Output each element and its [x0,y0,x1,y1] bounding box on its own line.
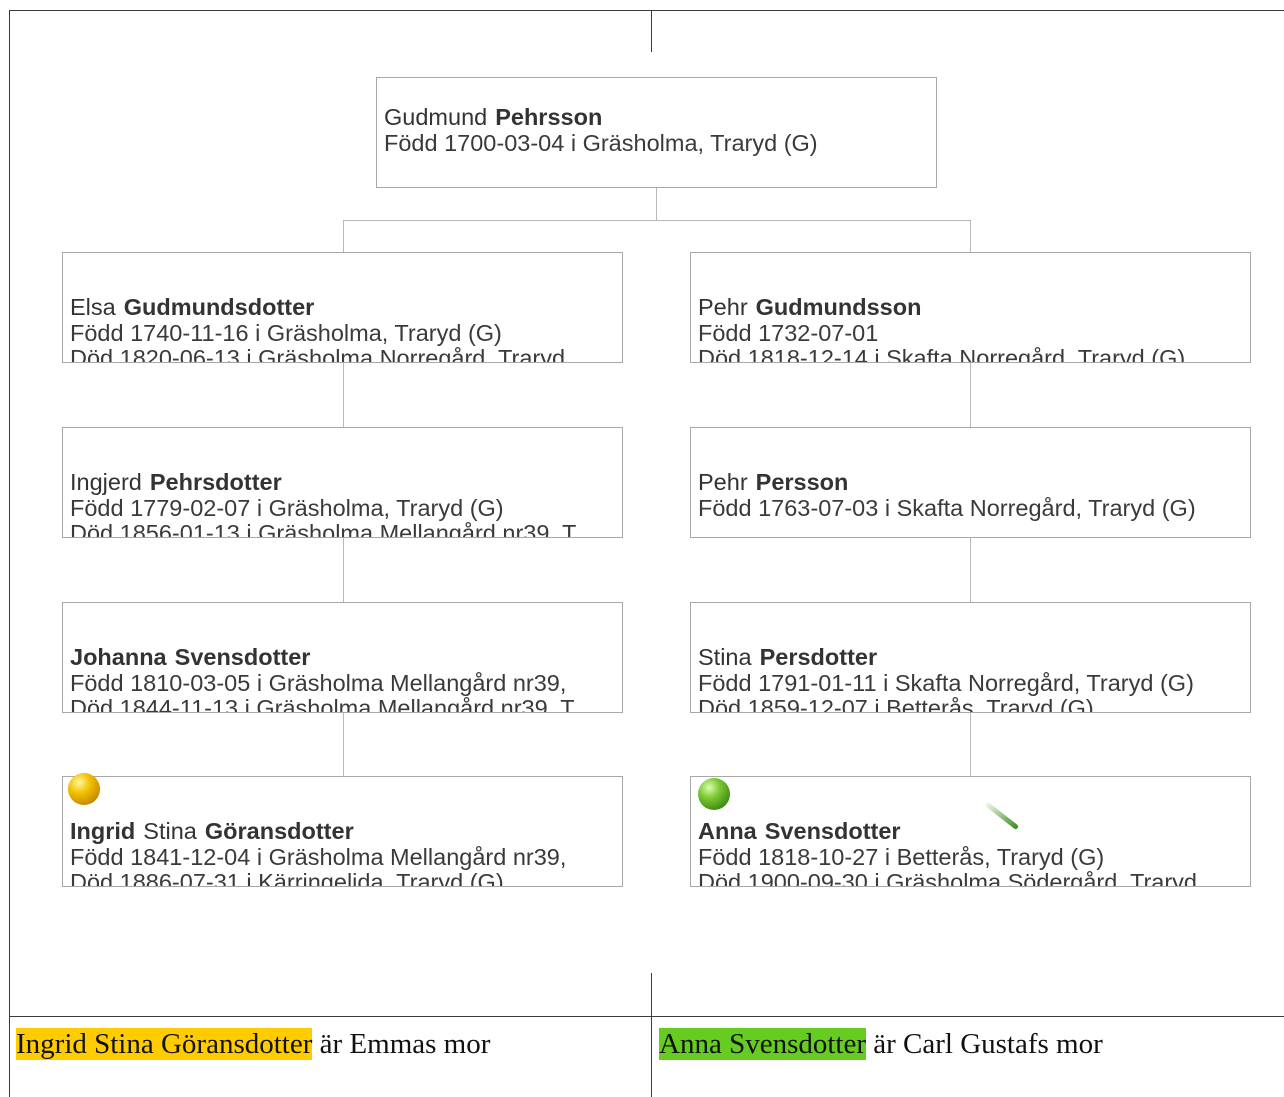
connector-left-3 [343,713,344,776]
birth-line: Född 1818-10-27 i Betterås, Traryd (G) [698,843,1105,870]
death-line: Död 1820-06-13 i Gräsholma Norregård, Tr… [70,345,566,363]
caption-left-highlight: Ingrid Stina Göransdotter [16,1028,313,1060]
birth-line: Född 1810-03-05 i Gräsholma Mellangård n… [70,669,567,696]
birth-line: Född 1732-07-01 [698,319,879,346]
connector-horizontal [343,220,971,221]
caption-left: Ingrid Stina Göransdotter är Emmas mor [16,1026,490,1062]
birth-line: Född 1791-01-11 i Skafta Norregård, Trar… [698,669,1194,696]
person-name: Ingrid Stina Göransdotter [70,818,354,844]
person-box-left-2: Ingjerd Pehrsdotter Född 1779-02-07 i Grä… [62,427,623,538]
person-box-left-4: Ingrid Stina Göransdotter Född 1841-12-04 … [62,776,623,887]
person-box-right-4: Anna Svensdotter Född 1818-10-27 i Better… [690,776,1251,887]
person-name: Anna Svensdotter [698,818,901,844]
person-name: Stina Persdotter [698,644,878,670]
death-line: Död 1818-12-14 i Skafta Norregård, Trary… [698,345,1186,363]
green-ball-icon [698,778,730,810]
caption-right: Anna Svensdotter är Carl Gustafs mor [659,1026,1103,1062]
person-name: Johanna Svensdotter [70,644,311,670]
frame-top-border [9,10,1284,11]
frame-left-border [9,10,10,1097]
frame-top-divider [651,10,652,52]
yellow-ball-icon [68,773,100,805]
person-name: Elsa Gudmundsdotter [70,294,315,320]
person-box-root: Gudmund Pehrsson Född 1700-03-04 i Gräsho… [376,77,937,188]
connector-left-2 [343,538,344,602]
person-box-left-1: Elsa Gudmundsdotter Född 1740-11-16 i Grä… [62,252,623,363]
person-box-left-3: Johanna Svensdotter Född 1810-03-05 i Grä… [62,602,623,713]
connector-root-down [656,188,657,220]
death-line: Död 1859-12-07 i Betterås, Traryd (G) [698,695,1094,713]
person-name: Gudmund Pehrsson [384,104,603,130]
death-line: Död 1856-01-13 i Gräsholma Mellangård nr… [70,520,577,538]
caption-left-text: är Emmas mor [312,1028,491,1060]
birth-line: Född 1700-03-04 i Gräsholma, Traryd (G) [384,129,818,156]
caption-right-text: är Carl Gustafs mor [866,1028,1103,1060]
caption-right-highlight: Anna Svensdotter [659,1028,866,1060]
death-line: Död 1886-07-31 i Kärringelida, Traryd (G… [70,869,504,887]
connector-right-2 [970,538,971,602]
person-name: Ingjerd Pehrsdotter [70,469,282,495]
connector-right-drop [970,220,971,252]
connector-right-3 [970,713,971,776]
birth-line: Född 1763-07-03 i Skafta Norregård, Trar… [698,494,1196,521]
person-box-right-1: Pehr Gudmundsson Född 1732-07-01 Död 1818… [690,252,1251,363]
person-name: Pehr Persson [698,469,849,495]
connector-right-1 [970,363,971,427]
death-line: Död 1844-11-13 i Gräsholma Mellangård nr… [70,695,575,713]
frame-caption-rule [9,1016,1284,1017]
birth-line: Född 1841-12-04 i Gräsholma Mellangård n… [70,843,567,870]
person-box-right-2: Pehr Persson Född 1763-07-03 i Skafta Nor… [690,427,1251,538]
connector-left-1 [343,363,344,427]
person-box-right-3: Stina Persdotter Född 1791-01-11 i Skafta… [690,602,1251,713]
death-line: Död 1900-09-30 i Gräsholma Södergård, Tr… [698,869,1197,887]
connector-left-drop [343,220,344,252]
frame-bottom-divider [651,973,652,1097]
birth-line: Född 1740-11-16 i Gräsholma, Traryd (G) [70,319,502,346]
birth-line: Född 1779-02-07 i Gräsholma, Traryd (G) [70,494,504,521]
person-name: Pehr Gudmundsson [698,294,922,320]
